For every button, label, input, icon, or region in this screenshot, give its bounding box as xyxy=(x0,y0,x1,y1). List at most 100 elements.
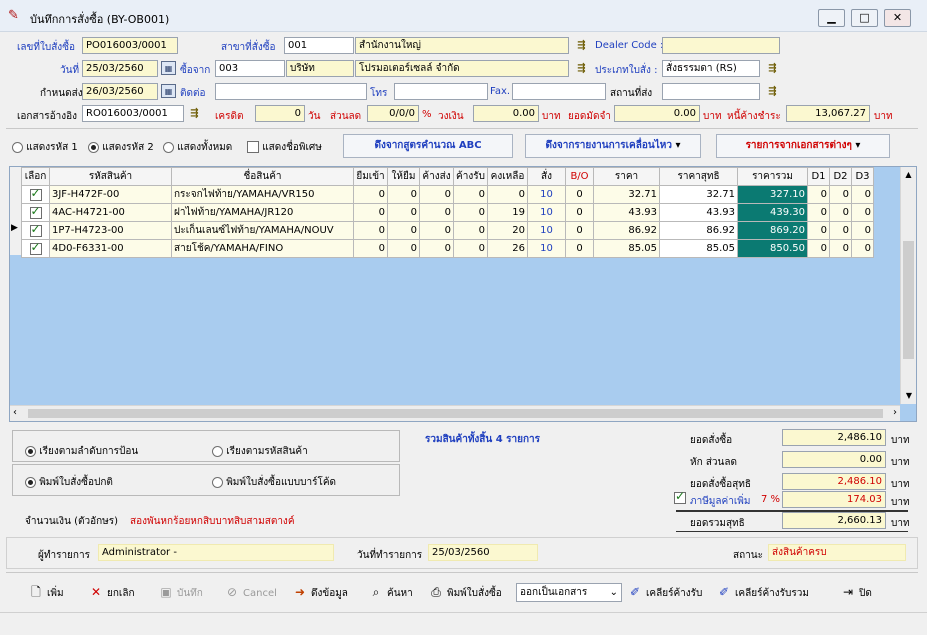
show-code2-option[interactable]: แสดงรหัส 2 xyxy=(88,140,154,155)
branch-code-field[interactable]: 001 xyxy=(284,37,354,54)
checkbox-icon[interactable] xyxy=(29,205,42,219)
cell-d2[interactable]: 0 xyxy=(829,203,852,222)
cell-d3[interactable]: 0 xyxy=(851,203,874,222)
column-header[interactable]: สั่ง xyxy=(527,167,566,186)
show-special-option[interactable]: แสดงชื่อพิเศษ xyxy=(247,140,322,155)
cell-borrow-in[interactable]: 0 xyxy=(353,239,388,258)
abc-formula-button[interactable]: ดึงจากสูตรคำนวณ ABC xyxy=(343,134,513,158)
fax-field[interactable] xyxy=(512,83,606,100)
maximize-button[interactable]: □ xyxy=(851,9,878,27)
cell-bo[interactable]: 0 xyxy=(565,203,594,222)
cell-d1[interactable]: 0 xyxy=(807,239,830,258)
column-header[interactable]: ราคา xyxy=(593,167,660,186)
checkbox-icon[interactable] xyxy=(29,241,42,255)
calendar-icon[interactable]: ▦ xyxy=(161,61,176,75)
cell-qty[interactable]: 10 xyxy=(527,203,566,222)
print-normal-option[interactable]: พิมพ์ใบสั่งซื้อปกติ xyxy=(25,475,113,490)
show-all-option[interactable]: แสดงทั้งหมด xyxy=(163,140,232,155)
vendor-code-field[interactable]: 003 xyxy=(215,60,285,77)
cell-net[interactable]: 32.71 xyxy=(659,185,738,204)
ref-doc-field[interactable]: RO016003/0001 xyxy=(82,105,184,122)
contact-field[interactable] xyxy=(215,83,367,100)
column-header[interactable]: ชื่อสินค้า xyxy=(171,167,354,186)
cell-borrow-in[interactable]: 0 xyxy=(353,221,388,240)
cell-net[interactable]: 43.93 xyxy=(659,203,738,222)
column-header[interactable]: ให้ยืม xyxy=(387,167,420,186)
cell-pend-recv[interactable]: 0 xyxy=(453,239,488,258)
select-cell[interactable] xyxy=(21,203,50,222)
column-header[interactable]: คงเหลือ xyxy=(487,167,528,186)
scroll-up-arrow-icon[interactable]: ▲ xyxy=(901,167,916,183)
print-barcode-option[interactable]: พิมพ์ใบสั่งซื้อแบบบาร์โค้ด xyxy=(212,475,336,490)
cell-d3[interactable]: 0 xyxy=(851,239,874,258)
column-header[interactable]: B/O xyxy=(565,167,594,186)
branch-lookup-icon[interactable]: ⇶ xyxy=(574,39,589,53)
cell-pend-send[interactable]: 0 xyxy=(419,203,454,222)
cell-net[interactable]: 85.05 xyxy=(659,239,738,258)
add-button[interactable]: 🗋 เพิ่ม xyxy=(28,579,63,605)
cell-stock[interactable]: 26 xyxy=(487,239,528,258)
table-row[interactable]: 4D0-F6331-00สายโช้ค/YAMAHA/FINO000026100… xyxy=(21,239,874,258)
minimize-button[interactable]: ▁ xyxy=(818,9,845,27)
cell-total[interactable]: 327.10 xyxy=(737,185,808,204)
cell-price[interactable]: 85.05 xyxy=(593,239,660,258)
cell-code[interactable]: 3JF-H472F-00 xyxy=(49,185,172,204)
tel-field[interactable] xyxy=(394,83,488,100)
cell-qty[interactable]: 10 xyxy=(527,185,566,204)
cell-total[interactable]: 869.20 xyxy=(737,221,808,240)
ship-to-field[interactable] xyxy=(662,83,760,100)
documents-list-button[interactable]: รายการจากเอกสารต่างๆ ▾ xyxy=(716,134,890,158)
table-row[interactable]: 4AC-H4721-00ฝาไฟท้าย/YAMAHA/JR1200000191… xyxy=(21,203,874,222)
cell-pend-recv[interactable]: 0 xyxy=(453,185,488,204)
cell-borrow-in[interactable]: 0 xyxy=(353,203,388,222)
scroll-down-arrow-icon[interactable]: ▼ xyxy=(901,388,917,404)
checkbox-icon[interactable] xyxy=(29,187,42,201)
date-field[interactable]: 25/03/2560 xyxy=(82,60,158,77)
dealer-code-field[interactable] xyxy=(662,37,780,54)
cell-d1[interactable]: 0 xyxy=(807,203,830,222)
ship-to-lookup-icon[interactable]: ⇶ xyxy=(765,85,780,99)
discount-field[interactable]: 0/0/0 xyxy=(367,105,419,122)
scroll-left-arrow-icon[interactable]: ‹ xyxy=(13,407,17,418)
cell-price[interactable]: 43.93 xyxy=(593,203,660,222)
cell-bo[interactable]: 0 xyxy=(565,185,594,204)
cell-name[interactable]: กระจกไฟท้าย/YAMAHA/VR150 xyxy=(171,185,354,204)
table-row[interactable]: 1P7-H4723-00ปะเก็นเลนซ์ไฟท้าย/YAMAHA/NOU… xyxy=(21,221,874,240)
column-header[interactable]: D2 xyxy=(829,167,852,186)
cell-d3[interactable]: 0 xyxy=(851,185,874,204)
calendar-icon[interactable]: ▦ xyxy=(161,84,176,98)
h-scroll-thumb[interactable] xyxy=(28,409,883,418)
select-cell[interactable] xyxy=(21,239,50,258)
scroll-thumb[interactable] xyxy=(903,241,914,359)
column-header[interactable]: ราคารวม xyxy=(737,167,808,186)
cell-d2[interactable]: 0 xyxy=(829,221,852,240)
cell-name[interactable]: สายโช้ค/YAMAHA/FINO xyxy=(171,239,354,258)
close-button[interactable]: ✕ xyxy=(884,9,911,27)
cell-pend-send[interactable]: 0 xyxy=(419,185,454,204)
vertical-scrollbar[interactable]: ▲ ▼ xyxy=(900,167,916,404)
cell-total[interactable]: 439.30 xyxy=(737,203,808,222)
cell-total[interactable]: 850.50 xyxy=(737,239,808,258)
cancel-button[interactable]: ⊘ Cancel xyxy=(224,579,277,605)
checkbox-icon[interactable] xyxy=(29,223,42,237)
output-select[interactable]: ออกเป็นเอกสาร ⌄ xyxy=(516,583,622,602)
search-button[interactable]: ⌕ ค้นหา xyxy=(368,579,413,605)
cell-d1[interactable]: 0 xyxy=(807,185,830,204)
cell-code[interactable]: 4D0-F6331-00 xyxy=(49,239,172,258)
select-cell[interactable] xyxy=(21,221,50,240)
select-cell[interactable] xyxy=(21,185,50,204)
scroll-right-arrow-icon[interactable]: › xyxy=(893,407,897,418)
cell-d2[interactable]: 0 xyxy=(829,185,852,204)
cell-qty[interactable]: 10 xyxy=(527,239,566,258)
cell-d2[interactable]: 0 xyxy=(829,239,852,258)
column-header[interactable]: ราคาสุทธิ xyxy=(659,167,738,186)
close-window-button[interactable]: ⇥ ปิด xyxy=(840,579,872,605)
column-header[interactable]: รหัสสินค้า xyxy=(49,167,172,186)
show-code1-option[interactable]: แสดงรหัส 1 xyxy=(12,140,78,155)
save-button[interactable]: ▣ บันทึก xyxy=(158,579,203,605)
cell-pend-recv[interactable]: 0 xyxy=(453,221,488,240)
column-header[interactable]: ค้างรับ xyxy=(453,167,488,186)
horizontal-scrollbar[interactable]: ‹ › xyxy=(10,405,900,421)
clear-pending-button[interactable]: ✐ เคลียร์ค้างรับ xyxy=(627,579,702,605)
cell-lend[interactable]: 0 xyxy=(387,203,420,222)
